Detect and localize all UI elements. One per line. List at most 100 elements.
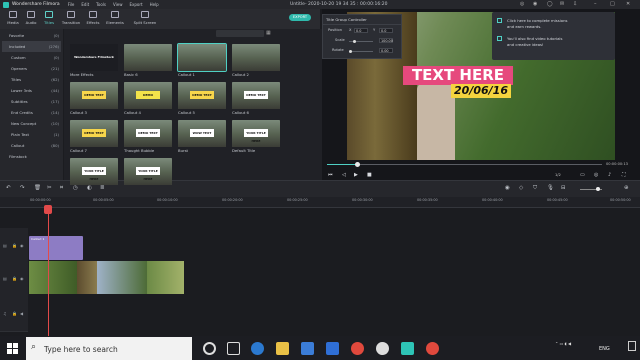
playback-scrubber[interactable] [355,162,360,167]
position-x-field[interactable]: 0.0 [354,28,368,33]
scale-slider-knob[interactable] [353,40,356,43]
cut-icon[interactable]: ✂ [47,185,52,191]
grid-view-icon[interactable]: ▦ [266,30,271,36]
step-back-icon[interactable]: ⏮ [328,172,333,178]
crop-icon[interactable]: ⌗ [60,185,63,192]
fullscreen-icon[interactable]: ⛶ [622,172,626,178]
menu-view[interactable]: View [113,2,123,7]
color-icon[interactable]: ◐ [87,185,92,191]
video-clip[interactable] [29,261,184,294]
tab-titles[interactable]: Titles [38,11,60,25]
missions-notification[interactable]: Click here to complete missions and earn… [492,12,615,60]
mail-app-icon[interactable] [326,342,339,355]
title-template-thumb[interactable]: DEMO TEXT [178,82,226,109]
app-icon[interactable] [376,342,389,355]
menu-file[interactable]: File [68,2,75,7]
lock-icon[interactable]: 🔒 [12,243,17,248]
speaker-icon[interactable]: ◀ [20,311,23,316]
rotate-field[interactable]: 0.00 [379,48,393,53]
system-tray[interactable]: ⌃ ▭ ◖ ◀ [555,341,571,346]
tab-transition[interactable]: Transition [60,11,82,25]
menu-tools[interactable]: Tools [96,2,106,7]
title-template-thumb[interactable] [232,44,280,71]
filmora-taskbar-icon[interactable] [401,342,414,355]
category-callout[interactable]: Callout (80) [2,140,61,151]
language-indicator[interactable]: ENG [599,346,610,352]
snapshot-icon[interactable]: ◎ [594,172,598,178]
eye-icon[interactable]: ◉ [20,276,24,281]
shield-icon[interactable]: ⛉ [533,185,537,192]
menu-help[interactable]: Help [150,2,159,7]
category-titles[interactable]: Titles (62) [2,74,61,85]
task-view-icon[interactable] [227,342,240,355]
chrome-icon-2[interactable] [426,342,439,355]
lock-icon[interactable]: 🔒 [12,311,17,316]
title-template-thumb[interactable]: Wondershare Filmstock [70,44,118,71]
title-template-thumb[interactable]: DEMO TEXT [70,120,118,147]
scale-field[interactable]: 100.00 [379,38,393,43]
mail-icon[interactable]: ✉ [560,1,564,7]
windows-start-icon[interactable] [7,343,18,354]
title-clip[interactable]: Callout 1 [29,236,83,260]
close-icon[interactable]: ✕ [626,1,630,7]
rotate-slider-knob[interactable] [349,50,352,53]
menu-export[interactable]: Export [130,2,143,7]
store-icon[interactable] [301,342,314,355]
screen-icon[interactable]: ▭ [580,172,585,178]
title-template-thumb[interactable]: YOUR TITLE HERE [70,158,118,185]
title-template-thumb[interactable] [177,43,227,72]
category-favorite[interactable]: Favorite (0) [2,30,61,41]
audio-mixer-icon[interactable]: ≣ [100,185,105,191]
category-plain-text[interactable]: Plain Text (1) [2,129,61,140]
snap-icon[interactable]: ⊟ [561,185,566,191]
search-input[interactable] [216,30,264,37]
eye-icon[interactable]: ◉ [20,243,24,248]
headset-icon[interactable]: ◎ [520,1,524,7]
title-template-thumb[interactable]: DEMO [124,82,172,109]
render-icon[interactable]: ◉ [505,185,510,191]
playhead-handle[interactable] [44,205,52,214]
playback-progress-track[interactable] [327,164,602,165]
category-included[interactable]: Included (276) [2,41,61,52]
cortana-icon[interactable] [203,342,216,355]
preview-quality-select[interactable]: 1/2 [555,173,561,177]
zoom-slider-knob[interactable] [596,187,600,191]
account-icon[interactable]: ◯ [547,1,553,7]
notification-center-icon[interactable] [628,341,636,351]
delete-icon[interactable]: 🗑 [34,185,41,191]
title-template-thumb[interactable]: YOUR TITLE HERE [232,120,280,147]
taskbar-search-box[interactable]: ⌕ Type here to search [26,337,192,360]
tab-effects[interactable]: Effects [82,11,104,25]
position-y-field[interactable]: 0.0 [379,28,393,33]
lightbulb-icon[interactable]: ◉ [533,1,537,7]
category-subtitles[interactable]: Subtitles (17) [2,96,61,107]
category-custom[interactable]: Custom (0) [2,52,61,63]
tab-elements[interactable]: Elements [104,11,126,25]
rewind-icon[interactable]: ◁ [342,172,346,178]
stop-icon[interactable]: ■ [367,172,372,178]
category-new-concept[interactable]: New Concept (10) [2,118,61,129]
undo-icon[interactable]: ↶ [6,185,11,191]
marker-icon[interactable]: ◇ [519,185,523,191]
title-template-thumb[interactable]: WOW TEXT [178,120,226,147]
title-template-thumb[interactable]: DEMO TEXT [124,120,172,147]
title-template-thumb[interactable]: YOUR TITLE HERE [124,158,172,185]
minimize-icon[interactable]: – [594,1,597,7]
file-explorer-icon[interactable] [276,342,289,355]
category-end-credits[interactable]: End Credits (14) [2,107,61,118]
play-icon[interactable]: ▶ [354,172,358,178]
rotate-slider[interactable] [349,51,373,52]
category-openers[interactable]: Openers (21) [2,63,61,74]
category-filmstock[interactable]: Filmstock [2,151,61,162]
lock-icon[interactable]: 🔒 [12,276,17,281]
category-lower-3rds[interactable]: Lower 3rds (44) [2,85,61,96]
mic-icon[interactable]: 🎙 [547,185,554,191]
title-template-thumb[interactable] [124,44,172,71]
tab-split-screen[interactable]: Split Screen [130,11,160,25]
speed-icon[interactable]: ◷ [73,185,78,191]
date-text-overlay[interactable]: 20/06/16 [451,84,511,98]
menu-edit[interactable]: Edit [81,2,89,7]
redo-icon[interactable]: ↷ [20,185,25,191]
volume-icon[interactable]: ♪ [608,172,611,178]
edge-icon[interactable] [251,342,264,355]
